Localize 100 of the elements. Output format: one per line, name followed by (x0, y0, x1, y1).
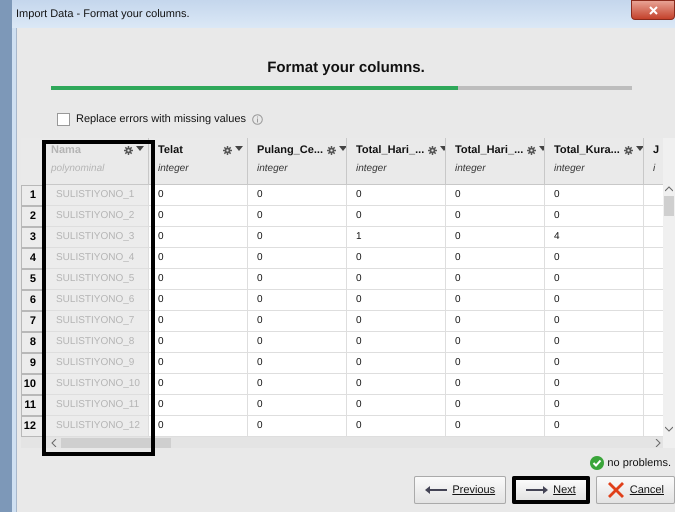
table-cell: 0 (446, 353, 545, 374)
scroll-down-icon[interactable] (665, 426, 673, 432)
table-cell: 0 (347, 290, 446, 311)
table-cell: 0 (545, 290, 644, 311)
table-cell: SULISTIYONO_6 (46, 290, 149, 311)
table-cell: 0 (248, 353, 347, 374)
table-cell: 1 (347, 227, 446, 248)
previous-button[interactable]: Previous (414, 476, 506, 504)
table-cell: 0 (545, 374, 644, 395)
column-header[interactable]: Pulang_Ce... integer (248, 138, 347, 185)
caret-icon[interactable] (636, 146, 643, 150)
caret-icon[interactable] (339, 146, 346, 150)
table-cell: SULISTIYONO_10 (46, 374, 149, 395)
table-cell: 0 (347, 374, 446, 395)
column-header[interactable]: Telat integer (149, 138, 248, 185)
table-cell: SULISTIYONO_12 (46, 416, 149, 437)
table-cell: 0 (347, 395, 446, 416)
close-icon (648, 6, 658, 14)
next-button[interactable]: Next (512, 476, 590, 504)
scroll-right-icon[interactable] (655, 438, 662, 446)
table-cell: 0 (545, 248, 644, 269)
table-cell: 0 (446, 416, 545, 437)
table-cell: 0 (149, 395, 248, 416)
table-cell: 0 (545, 416, 644, 437)
table-cell: 0 (248, 185, 347, 206)
table-cell: SULISTIYONO_11 (46, 395, 149, 416)
table-cell: 0 (248, 416, 347, 437)
table-cell: 0 (347, 269, 446, 290)
gear-icon[interactable] (428, 146, 438, 154)
table-cell: SULISTIYONO_2 (46, 206, 149, 227)
table-cell: 0 (446, 332, 545, 353)
table-cell: 0 (545, 206, 644, 227)
table-cell: 0 (545, 269, 644, 290)
gear-icon[interactable] (124, 146, 133, 154)
table-cell: 0 (248, 227, 347, 248)
table-cell: 0 (545, 332, 644, 353)
table-cell: 0 (446, 248, 545, 269)
checkbox-label: Replace errors with missing values (76, 113, 246, 125)
gear-icon[interactable] (223, 146, 232, 154)
table-cell: 0 (446, 395, 545, 416)
close-button[interactable] (631, 0, 675, 20)
table-cell: 0 (149, 311, 248, 332)
scroll-thumb[interactable] (664, 196, 674, 216)
table-cell: 0 (347, 248, 446, 269)
gear-icon[interactable] (327, 146, 336, 154)
table-cell: 0 (149, 374, 248, 395)
checkbox[interactable] (57, 112, 70, 126)
table-cell: 0 (248, 269, 347, 290)
column-header[interactable]: Total_Hari_... integer (446, 138, 545, 185)
table-cell: 0 (248, 332, 347, 353)
table-cell: 0 (446, 290, 545, 311)
table-cell: SULISTIYONO_8 (46, 332, 149, 353)
table-cell: 0 (248, 206, 347, 227)
table-cell: 0 (446, 206, 545, 227)
table-cell: 0 (545, 185, 644, 206)
vertical-scrollbar[interactable] (663, 138, 675, 448)
gear-icon[interactable] (527, 146, 536, 154)
table-cell: 0 (248, 248, 347, 269)
table-cell: SULISTIYONO_1 (46, 185, 149, 206)
table-cell: 0 (149, 416, 248, 437)
table-cell: 0 (446, 227, 545, 248)
table-cell: 0 (347, 353, 446, 374)
table-cell: 0 (446, 311, 545, 332)
table-cell: 0 (446, 374, 545, 395)
table-cell: 0 (347, 206, 446, 227)
table-cell: 0 (248, 395, 347, 416)
gear-icon[interactable] (624, 146, 633, 154)
cancel-button[interactable]: Cancel (596, 476, 675, 504)
arrow-right-icon (526, 486, 548, 494)
column-header[interactable]: Total_Hari_... integer (347, 138, 446, 185)
table-cell: 0 (446, 269, 545, 290)
table-cell: SULISTIYONO_5 (46, 269, 149, 290)
column-header[interactable]: Total_Kura... integer (545, 138, 644, 185)
table-cell: 0 (149, 269, 248, 290)
table-cell: 4 (545, 227, 644, 248)
table-cell: SULISTIYONO_4 (46, 248, 149, 269)
table-cell: 0 (149, 248, 248, 269)
table-cell: 0 (248, 374, 347, 395)
table-cell: 0 (149, 290, 248, 311)
table-cell: 0 (347, 311, 446, 332)
table-cell: 0 (347, 185, 446, 206)
table-cell: SULISTIYONO_3 (46, 227, 149, 248)
caret-icon[interactable] (235, 146, 243, 150)
arrow-left-icon (425, 486, 448, 494)
horizontal-scrollbar[interactable] (21, 437, 664, 448)
table-cell: 0 (149, 332, 248, 353)
scroll-left-icon[interactable] (51, 438, 57, 446)
table-cell: 0 (149, 353, 248, 374)
table-cell: 0 (545, 311, 644, 332)
scroll-up-icon[interactable] (665, 186, 673, 192)
status-text: no problems. (607, 457, 671, 469)
table-cell: 0 (149, 185, 248, 206)
x-icon (606, 481, 625, 499)
table-cell: 0 (347, 416, 446, 437)
table-cell: 0 (347, 332, 446, 353)
table-cell: 0 (545, 395, 644, 416)
table-cell: SULISTIYONO_7 (46, 311, 149, 332)
table-cell: 0 (248, 311, 347, 332)
table-cell: 0 (545, 353, 644, 374)
caret-icon[interactable] (136, 146, 144, 150)
